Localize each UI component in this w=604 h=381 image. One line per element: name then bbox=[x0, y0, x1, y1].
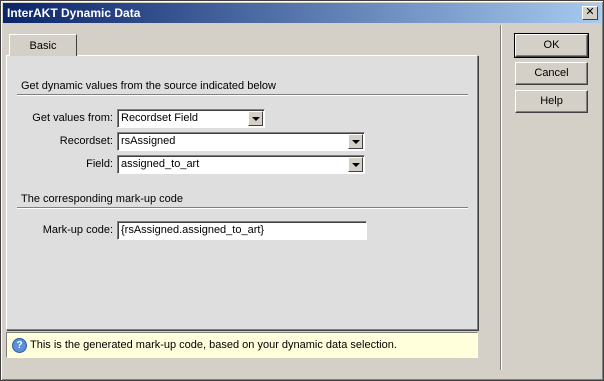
section-divider bbox=[17, 94, 468, 96]
cancel-button[interactable]: Cancel bbox=[515, 62, 588, 85]
tab-basic[interactable]: Basic bbox=[9, 34, 77, 56]
section-divider bbox=[17, 207, 468, 209]
chevron-down-icon[interactable] bbox=[348, 157, 363, 172]
tab-basic-label: Basic bbox=[29, 40, 57, 52]
close-icon: ✕ bbox=[585, 6, 595, 18]
chevron-down-icon[interactable] bbox=[248, 111, 263, 126]
window-title: InterAKT Dynamic Data bbox=[7, 6, 141, 20]
get-values-from-label: Get values from: bbox=[32, 112, 113, 124]
recordset-select[interactable]: rsAssigned bbox=[117, 132, 365, 151]
info-bar: ? This is the generated mark-up code, ba… bbox=[6, 332, 478, 358]
field-value: assigned_to_art bbox=[121, 158, 200, 170]
get-values-from-select[interactable]: Recordset Field bbox=[117, 109, 265, 128]
section-title-markup: The corresponding mark-up code bbox=[21, 193, 184, 205]
ok-button[interactable]: OK bbox=[514, 33, 589, 58]
tab-panel-basic: Get dynamic values from the source indic… bbox=[6, 55, 478, 330]
help-icon: ? bbox=[12, 338, 27, 353]
recordset-label: Recordset: bbox=[59, 135, 113, 147]
chevron-down-icon[interactable] bbox=[348, 134, 363, 149]
recordset-value: rsAssigned bbox=[121, 135, 176, 147]
markup-code-value: {rsAssigned.assigned_to_art} bbox=[121, 224, 265, 236]
field-select[interactable]: assigned_to_art bbox=[117, 155, 365, 174]
close-button[interactable]: ✕ bbox=[582, 6, 598, 20]
info-text: This is the generated mark-up code, base… bbox=[30, 339, 397, 351]
markup-code-label: Mark-up code: bbox=[42, 224, 113, 236]
get-values-from-value: Recordset Field bbox=[121, 112, 199, 124]
help-button[interactable]: Help bbox=[515, 90, 588, 113]
vertical-separator bbox=[500, 25, 502, 370]
field-label: Field: bbox=[86, 158, 113, 170]
markup-code-input[interactable]: {rsAssigned.assigned_to_art} bbox=[117, 221, 367, 240]
section-title-dynamic-values: Get dynamic values from the source indic… bbox=[21, 80, 276, 92]
dialog-window: InterAKT Dynamic Data ✕ Basic Get dynami… bbox=[0, 0, 604, 381]
title-bar[interactable]: InterAKT Dynamic Data ✕ bbox=[3, 3, 601, 23]
